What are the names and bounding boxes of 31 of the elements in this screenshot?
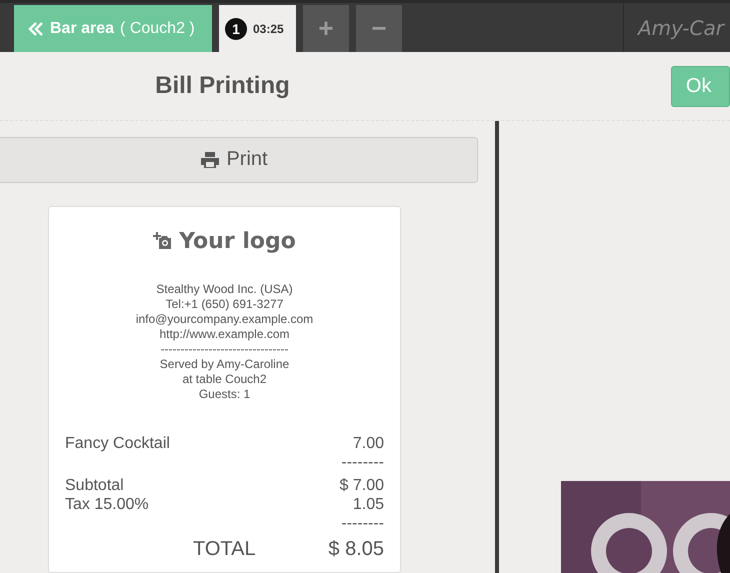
receipt-text: -------------------------------- xyxy=(160,342,288,357)
screen-title: Bill Printing xyxy=(154,72,291,100)
line-label: Tax 15.00% xyxy=(65,494,149,514)
printer-icon xyxy=(200,150,220,169)
line-label: Subtotal xyxy=(65,476,124,495)
receipt-text: Served by Amy-Caroline xyxy=(160,356,290,372)
add-order-button[interactable]: + xyxy=(303,5,349,52)
receipt-text: Guests: 1 xyxy=(198,386,250,402)
total-label: TOTAL xyxy=(193,536,256,561)
double-chevron-icon xyxy=(28,20,44,36)
logo-text: Your logo xyxy=(179,228,296,254)
line-label: Fancy Cocktail xyxy=(65,434,170,453)
remove-order-button[interactable]: − xyxy=(356,5,402,52)
order-tab[interactable]: 1 03:25 xyxy=(219,5,296,52)
dashed-rule: -------- xyxy=(341,514,384,533)
receipt-text: info@yourcompany.example.com xyxy=(136,312,314,327)
dashed-rule: -------- xyxy=(341,452,384,472)
order-number-badge: 1 xyxy=(225,18,247,40)
receipt-text: Stealthy Wood Inc. (USA) xyxy=(156,282,293,297)
back-button[interactable]: Bar area ( Couch2 ) xyxy=(14,5,212,52)
camera-add-icon xyxy=(153,232,174,250)
line-amount: $ 7.00 xyxy=(340,476,384,495)
line-amount: 1.05 xyxy=(352,494,384,514)
user-name[interactable]: Amy-Car xyxy=(623,3,730,52)
receipt-text: Tel:+1 (650) 691-3277 xyxy=(166,296,284,312)
print-button[interactable]: Print xyxy=(0,137,478,183)
ok-button[interactable]: Ok xyxy=(670,66,730,106)
total-amount: $ 8.05 xyxy=(328,536,384,561)
receipt-text: at table Couch2 xyxy=(182,372,267,387)
line-amount: 7.00 xyxy=(352,434,384,453)
receipt-text: http://www.example.com xyxy=(159,326,290,342)
